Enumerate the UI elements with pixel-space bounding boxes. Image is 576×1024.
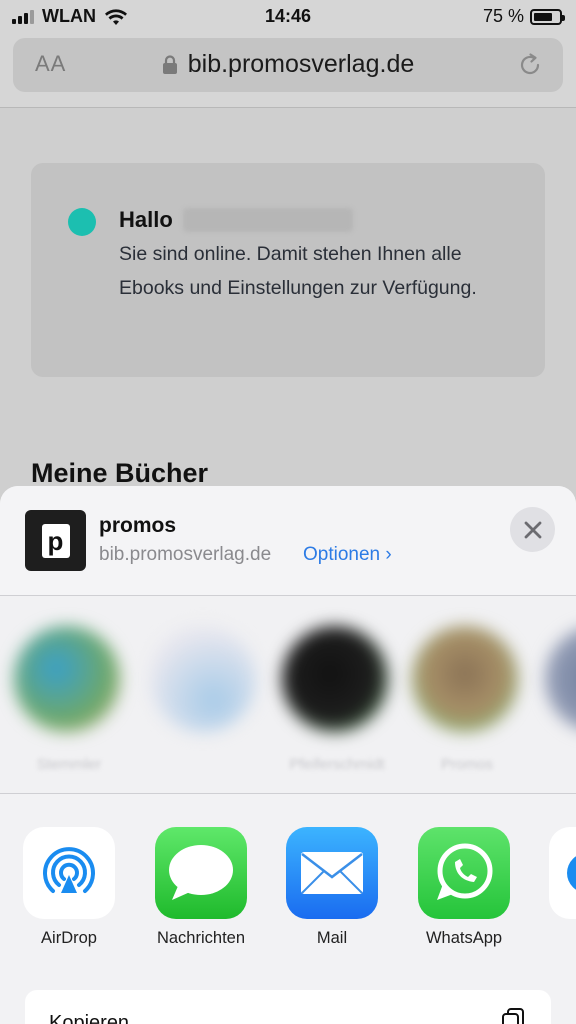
status-right: 75 % [482,6,565,27]
messages-icon [155,827,247,919]
whatsapp-icon [418,827,510,919]
lock-icon [162,54,177,74]
options-link[interactable]: Optionen › [303,544,392,566]
site-name: promos [99,514,177,537]
app-label: Mail [316,929,348,947]
contact-name: Pfeiferschmidt [289,756,385,773]
battery-fill [534,12,552,21]
mail-icon [286,827,378,919]
app-icon-partial [549,827,576,919]
browser-toolbar: AA bib.promosverlag.de [0,32,576,108]
contact-suggestion[interactable]: Stemmler [14,626,124,776]
contact-avatar [14,626,120,732]
site-icon-letter: p [41,523,70,558]
blurred-user-name [182,208,353,232]
share-app-messages[interactable]: Nachrichten [136,827,266,948]
contact-avatar [282,626,388,732]
copy-icon [502,1008,524,1024]
url-display[interactable]: bib.promosverlag.de [13,50,563,79]
share-app-airdrop[interactable]: AirDrop [4,827,134,948]
share-apps-row: AirDrop Nachrichten Mail WhatsApp [0,794,576,954]
app-label: AirDrop [41,929,97,947]
share-app-whatsapp[interactable]: WhatsApp [399,827,529,948]
online-status-message: Sie sind online. Damit stehen Ihnen alle… [119,243,477,299]
welcome-text: Hallo Sie sind online. Damit stehen Ihne… [119,203,519,305]
close-icon [524,521,541,538]
contact-avatar [545,626,576,732]
copy-action-label: Kopieren [49,1012,130,1024]
partial-app-glyph [567,853,576,893]
site-icon: p [25,510,86,571]
contact-avatar [412,626,518,732]
reload-icon[interactable] [517,52,543,78]
share-app-mail[interactable]: Mail [267,827,397,948]
battery-percent: 75 % [482,6,524,26]
contact-suggestion[interactable] [545,626,576,776]
battery-icon [530,8,565,25]
contact-name: Stemmler [36,756,102,773]
welcome-card: Hallo Sie sind online. Damit stehen Ihne… [31,163,545,377]
contact-avatar [150,626,256,732]
address-bar[interactable]: AA bib.promosverlag.de [13,38,563,92]
app-label: Nachrichten [156,929,246,947]
share-sheet: p promos bib.promosverlag.de Optionen › … [0,486,576,1024]
copy-action[interactable]: Kopieren [25,990,551,1024]
contact-suggestion[interactable]: Pfeiferschmidt [282,626,392,776]
airdrop-icon [23,827,115,919]
share-sheet-header: p promos bib.promosverlag.de Optionen › [0,486,576,596]
contact-suggestion[interactable] [150,626,260,776]
status-bar: WLAN 14:46 75 % [0,0,576,32]
contact-name: Promos [441,756,493,773]
greeting-title: Hallo [119,203,519,237]
online-status-dot [68,208,96,236]
contact-suggestion[interactable]: Promos [412,626,522,776]
app-label: WhatsApp [425,929,503,947]
site-url: bib.promosverlag.de [99,544,272,565]
url-text: bib.promosverlag.de [187,50,415,78]
contact-suggestions: Stemmler Pfeiferschmidt Promos [0,596,576,794]
my-books-heading: Meine Bücher [31,458,209,488]
close-button[interactable] [510,507,555,552]
greeting-label: Hallo [119,207,173,232]
share-app-partial[interactable] [530,827,576,919]
